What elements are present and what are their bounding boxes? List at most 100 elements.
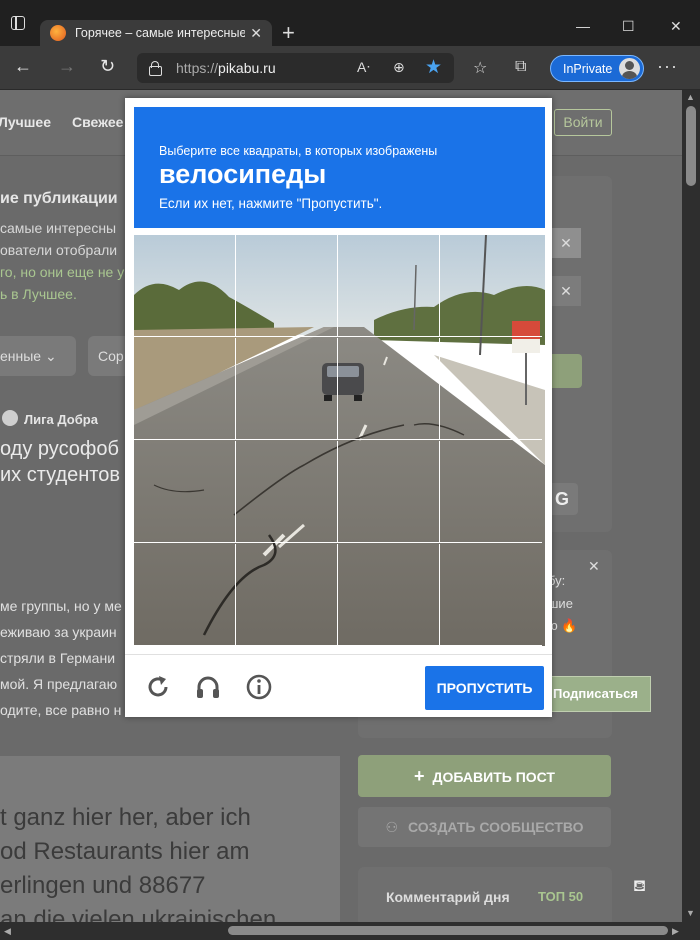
add-post-button[interactable]: + ДОБАВИТЬ ПОСТ bbox=[358, 755, 611, 797]
browser-toolbar: ← → ↻ https:// pikabu.ru Aᐧ ⊕ ★ ☆ ⧉ InPr… bbox=[0, 46, 700, 90]
vertical-scrollbar[interactable]: ▲ ▼ bbox=[682, 90, 700, 922]
comment-day-title: Комментарий дня bbox=[386, 889, 510, 905]
community-avatar-icon bbox=[2, 410, 18, 426]
captcha-tile[interactable] bbox=[134, 441, 236, 543]
captcha-tile[interactable] bbox=[338, 338, 440, 440]
tab-title: Горячее – самые интересные и bbox=[75, 26, 245, 40]
captcha-image-grid bbox=[134, 235, 545, 646]
captcha-tile[interactable] bbox=[236, 235, 338, 337]
horizontal-scrollbar[interactable]: ◀ ▶ bbox=[0, 922, 700, 940]
section-line: ователи отобрали bbox=[0, 242, 118, 258]
post-title[interactable]: оду русофоб bbox=[0, 438, 119, 461]
captcha-instructions: Выберите все квадраты, в которых изображ… bbox=[134, 107, 545, 228]
nav-fresh[interactable]: Свежее bbox=[72, 114, 123, 130]
favorite-star-icon[interactable]: ★ bbox=[425, 56, 442, 79]
captcha-row bbox=[134, 544, 545, 646]
forward-icon: → bbox=[58, 56, 76, 76]
section-line: ь в Лучшее. bbox=[0, 286, 77, 302]
captcha-tile[interactable] bbox=[338, 235, 440, 337]
sidebar-clear-icon[interactable]: ✕ bbox=[551, 276, 581, 306]
section-line: самые интересны bbox=[0, 220, 117, 236]
scroll-up-icon[interactable]: ▲ bbox=[686, 92, 695, 102]
top-50-badge[interactable]: ТОП 50 bbox=[538, 889, 583, 904]
post-body-line: еживаю за украин bbox=[0, 624, 117, 640]
sort-dropdown[interactable]: енные ⌄ bbox=[0, 336, 76, 376]
article-line: t ganz hier her, aber ich bbox=[0, 804, 251, 831]
refresh-icon[interactable]: ↻ bbox=[100, 56, 115, 77]
lock-icon[interactable] bbox=[149, 61, 162, 76]
captcha-tile[interactable] bbox=[338, 441, 440, 543]
zoom-icon[interactable]: ⊕ bbox=[393, 59, 405, 76]
post-author-name: Лига Добра bbox=[24, 412, 98, 427]
captcha-tile[interactable] bbox=[440, 544, 542, 646]
article-line: an die vielen ukrainischen bbox=[0, 906, 277, 922]
captcha-hint: Если их нет, нажмите "Пропустить". bbox=[159, 196, 383, 211]
subscribe-button[interactable]: Подписаться bbox=[540, 676, 651, 712]
captcha-tile[interactable] bbox=[134, 544, 236, 646]
pikabu-favicon-icon bbox=[50, 25, 66, 41]
section-line: го, но они еще не у bbox=[0, 264, 125, 280]
post-title[interactable]: их студентов bbox=[0, 464, 120, 487]
reload-icon[interactable] bbox=[144, 673, 172, 701]
captcha-tile[interactable] bbox=[236, 338, 338, 440]
read-aloud-icon[interactable]: Aᐧ bbox=[357, 59, 370, 76]
browser-tabbar: Горячее – самые интересные и ✕ + — ☐ ✕ bbox=[0, 0, 700, 46]
browser-tab[interactable]: Горячее – самые интересные и ✕ bbox=[40, 20, 272, 46]
inprivate-button[interactable]: InPrivate bbox=[550, 55, 644, 82]
url-protocol: https:// bbox=[176, 60, 219, 76]
tab-actions-icon[interactable] bbox=[8, 14, 30, 34]
tab-close-icon[interactable]: ✕ bbox=[250, 25, 262, 42]
maximize-icon[interactable]: ☐ bbox=[622, 18, 635, 35]
window-close-icon[interactable]: ✕ bbox=[670, 18, 682, 35]
captcha-tile[interactable] bbox=[440, 441, 542, 543]
back-icon[interactable]: ← bbox=[14, 56, 32, 77]
favorites-icon[interactable]: ☆ bbox=[473, 58, 487, 78]
login-button[interactable]: Войти bbox=[554, 109, 612, 136]
captcha-tile[interactable] bbox=[440, 235, 542, 337]
inprivate-label: InPrivate bbox=[563, 61, 613, 76]
article-line: od Restaurants hier am bbox=[0, 838, 250, 865]
vertical-scroll-thumb[interactable] bbox=[686, 106, 696, 186]
create-community-button[interactable]: ⚇ СОЗДАТЬ СООБЩЕСТВО bbox=[358, 807, 611, 847]
more-menu-icon[interactable]: ··· bbox=[657, 56, 678, 77]
captcha-tile[interactable] bbox=[440, 338, 542, 440]
headphones-icon[interactable] bbox=[194, 673, 222, 701]
captcha-tile[interactable] bbox=[134, 235, 236, 337]
post-body-line: одите, все равно н bbox=[0, 702, 122, 718]
article-line: erlingen und 88677 bbox=[0, 872, 206, 899]
promo-close-icon[interactable]: ✕ bbox=[588, 558, 600, 575]
scroll-left-icon[interactable]: ◀ bbox=[4, 926, 11, 937]
promo-line: ю 🔥 bbox=[548, 618, 578, 633]
address-bar[interactable]: https:// pikabu.ru Aᐧ ⊕ ★ bbox=[137, 53, 454, 83]
captcha-tile[interactable] bbox=[236, 544, 338, 646]
collections-icon[interactable]: ⧉ bbox=[515, 58, 526, 76]
captcha-row bbox=[134, 441, 545, 543]
dropdown-label: енные bbox=[0, 348, 42, 364]
sidebar-close-icon[interactable]: ✕ bbox=[551, 228, 581, 258]
post-body-line: стряли в Германи bbox=[0, 650, 116, 666]
scroll-right-icon[interactable]: ▶ bbox=[672, 926, 679, 937]
info-icon[interactable] bbox=[245, 673, 273, 701]
avatar-icon bbox=[619, 58, 640, 79]
skip-button[interactable]: ПРОПУСТИТЬ bbox=[425, 666, 544, 710]
captcha-tile[interactable] bbox=[338, 544, 440, 646]
scroll-down-icon[interactable]: ▼ bbox=[686, 908, 695, 918]
new-tab-icon[interactable]: + bbox=[282, 20, 295, 46]
nav-best[interactable]: Лучшее bbox=[0, 114, 51, 130]
post-body-line: ме группы, но у ме bbox=[0, 598, 122, 614]
captcha-tile[interactable] bbox=[236, 441, 338, 543]
post-author[interactable]: Лига Добра bbox=[2, 410, 98, 427]
minimize-icon[interactable]: — bbox=[576, 18, 590, 34]
article-card: t ganz hier her, aber ich od Restaurants… bbox=[0, 756, 340, 922]
post-body-line: мой. Я предлагаю bbox=[0, 676, 118, 692]
captcha-tile[interactable] bbox=[134, 338, 236, 440]
add-user-icon: ⚇ bbox=[385, 819, 399, 835]
url-host: pikabu.ru bbox=[218, 60, 276, 76]
add-post-label: ДОБАВИТЬ ПОСТ bbox=[432, 769, 555, 785]
theme-paint-icon[interactable]: ⛾ bbox=[633, 877, 646, 897]
captcha-row bbox=[134, 338, 545, 440]
horizontal-scroll-thumb[interactable] bbox=[228, 926, 668, 935]
plus-icon: + bbox=[414, 766, 425, 786]
dropdown-label: Сор bbox=[98, 348, 124, 364]
captcha-row bbox=[134, 235, 545, 337]
